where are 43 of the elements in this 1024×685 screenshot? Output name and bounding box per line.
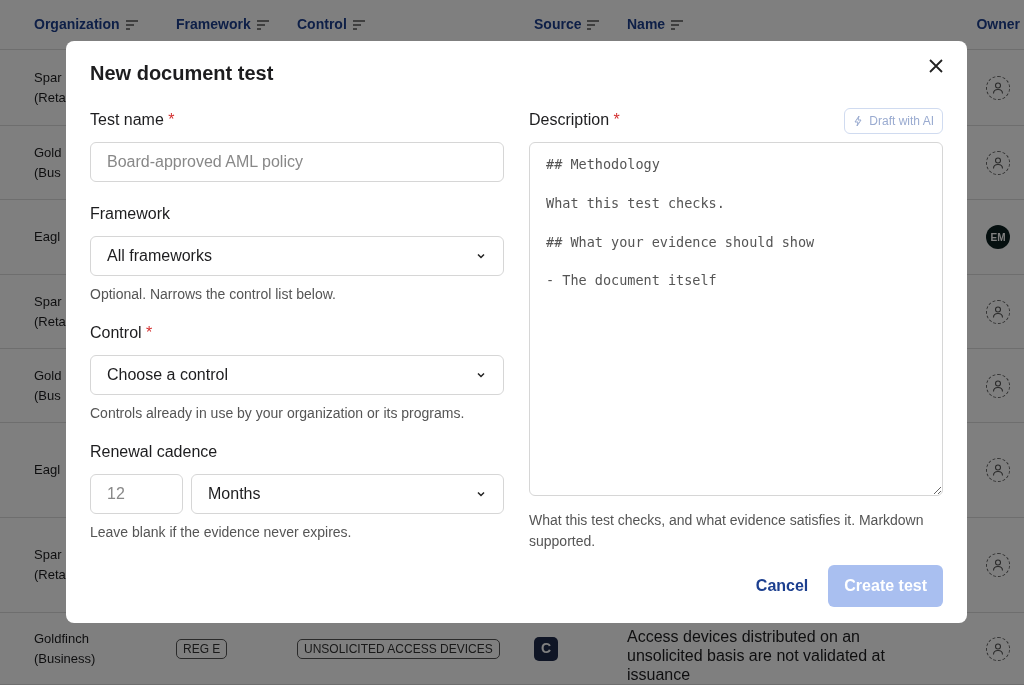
text-field[interactable]: Board-approved AML policy bbox=[90, 142, 504, 182]
source-icon: C bbox=[534, 636, 558, 661]
close-button[interactable] bbox=[929, 59, 943, 73]
help-text: Optional. Narrows the control list below. bbox=[90, 285, 337, 304]
organization-cell-text: Goldfinch (Business) bbox=[34, 629, 96, 668]
sort-icon[interactable] bbox=[587, 19, 600, 30]
number-field[interactable]: 12 bbox=[90, 474, 183, 514]
column-header[interactable]: Organization bbox=[34, 14, 120, 35]
column-header[interactable]: Owner bbox=[976, 14, 1020, 35]
field-label: Framework bbox=[90, 204, 170, 224]
organization-cell-text: Gold (Bus bbox=[34, 366, 62, 405]
field-label: Renewal cadence bbox=[90, 442, 218, 462]
unit-select[interactable]: Months bbox=[191, 474, 504, 514]
framework-tag: REG E bbox=[176, 639, 228, 659]
organization-cell-text: Spar (Reta bbox=[34, 546, 66, 584]
column-header[interactable]: Control bbox=[297, 14, 347, 35]
organization-cell-text: Spar (Reta bbox=[34, 292, 66, 331]
sort-icon[interactable] bbox=[352, 19, 365, 30]
organization-cell-text: Eagl bbox=[34, 461, 61, 479]
description-textarea[interactable]: ## Methodology What this test checks. ## What your evidence should show - The document itself bbox=[529, 142, 943, 496]
column-header[interactable]: Name bbox=[627, 14, 666, 35]
cancel-button[interactable]: Cancel bbox=[743, 566, 821, 606]
owner-avatar: EM bbox=[986, 225, 1010, 249]
select-field[interactable]: Choose a control bbox=[90, 355, 504, 395]
lightning-icon bbox=[853, 115, 864, 127]
help-text: Leave blank if the evidence never expires. bbox=[90, 523, 353, 542]
sort-icon[interactable] bbox=[256, 19, 269, 30]
name-cell-text: Access devices distributed on an unsolicited basis are not validated at issuance bbox=[627, 627, 886, 684]
field-label: Description * bbox=[529, 110, 620, 130]
organization-cell-text: Gold (Bus bbox=[34, 143, 62, 182]
column-header[interactable]: Framework bbox=[176, 14, 251, 35]
column-header[interactable]: Source bbox=[534, 14, 582, 35]
field-label: Test name * bbox=[90, 110, 175, 130]
organization-cell-text: Spar (Reta bbox=[34, 68, 66, 107]
organization-cell-text: Eagl bbox=[34, 228, 61, 246]
field-label: Control * bbox=[90, 323, 153, 343]
sort-icon[interactable] bbox=[125, 19, 138, 30]
dialog-title: New document test bbox=[90, 61, 274, 85]
select-field[interactable]: All frameworks bbox=[90, 236, 504, 276]
sort-icon[interactable] bbox=[671, 19, 684, 30]
control-tag: UNSOLICITED ACCESS DEVICES bbox=[297, 639, 500, 659]
help-text: What this test checks, and what evidence satisfies it. Markdown supported. bbox=[529, 511, 925, 551]
help-text: Controls already in use by your organization or its programs. bbox=[90, 404, 466, 423]
